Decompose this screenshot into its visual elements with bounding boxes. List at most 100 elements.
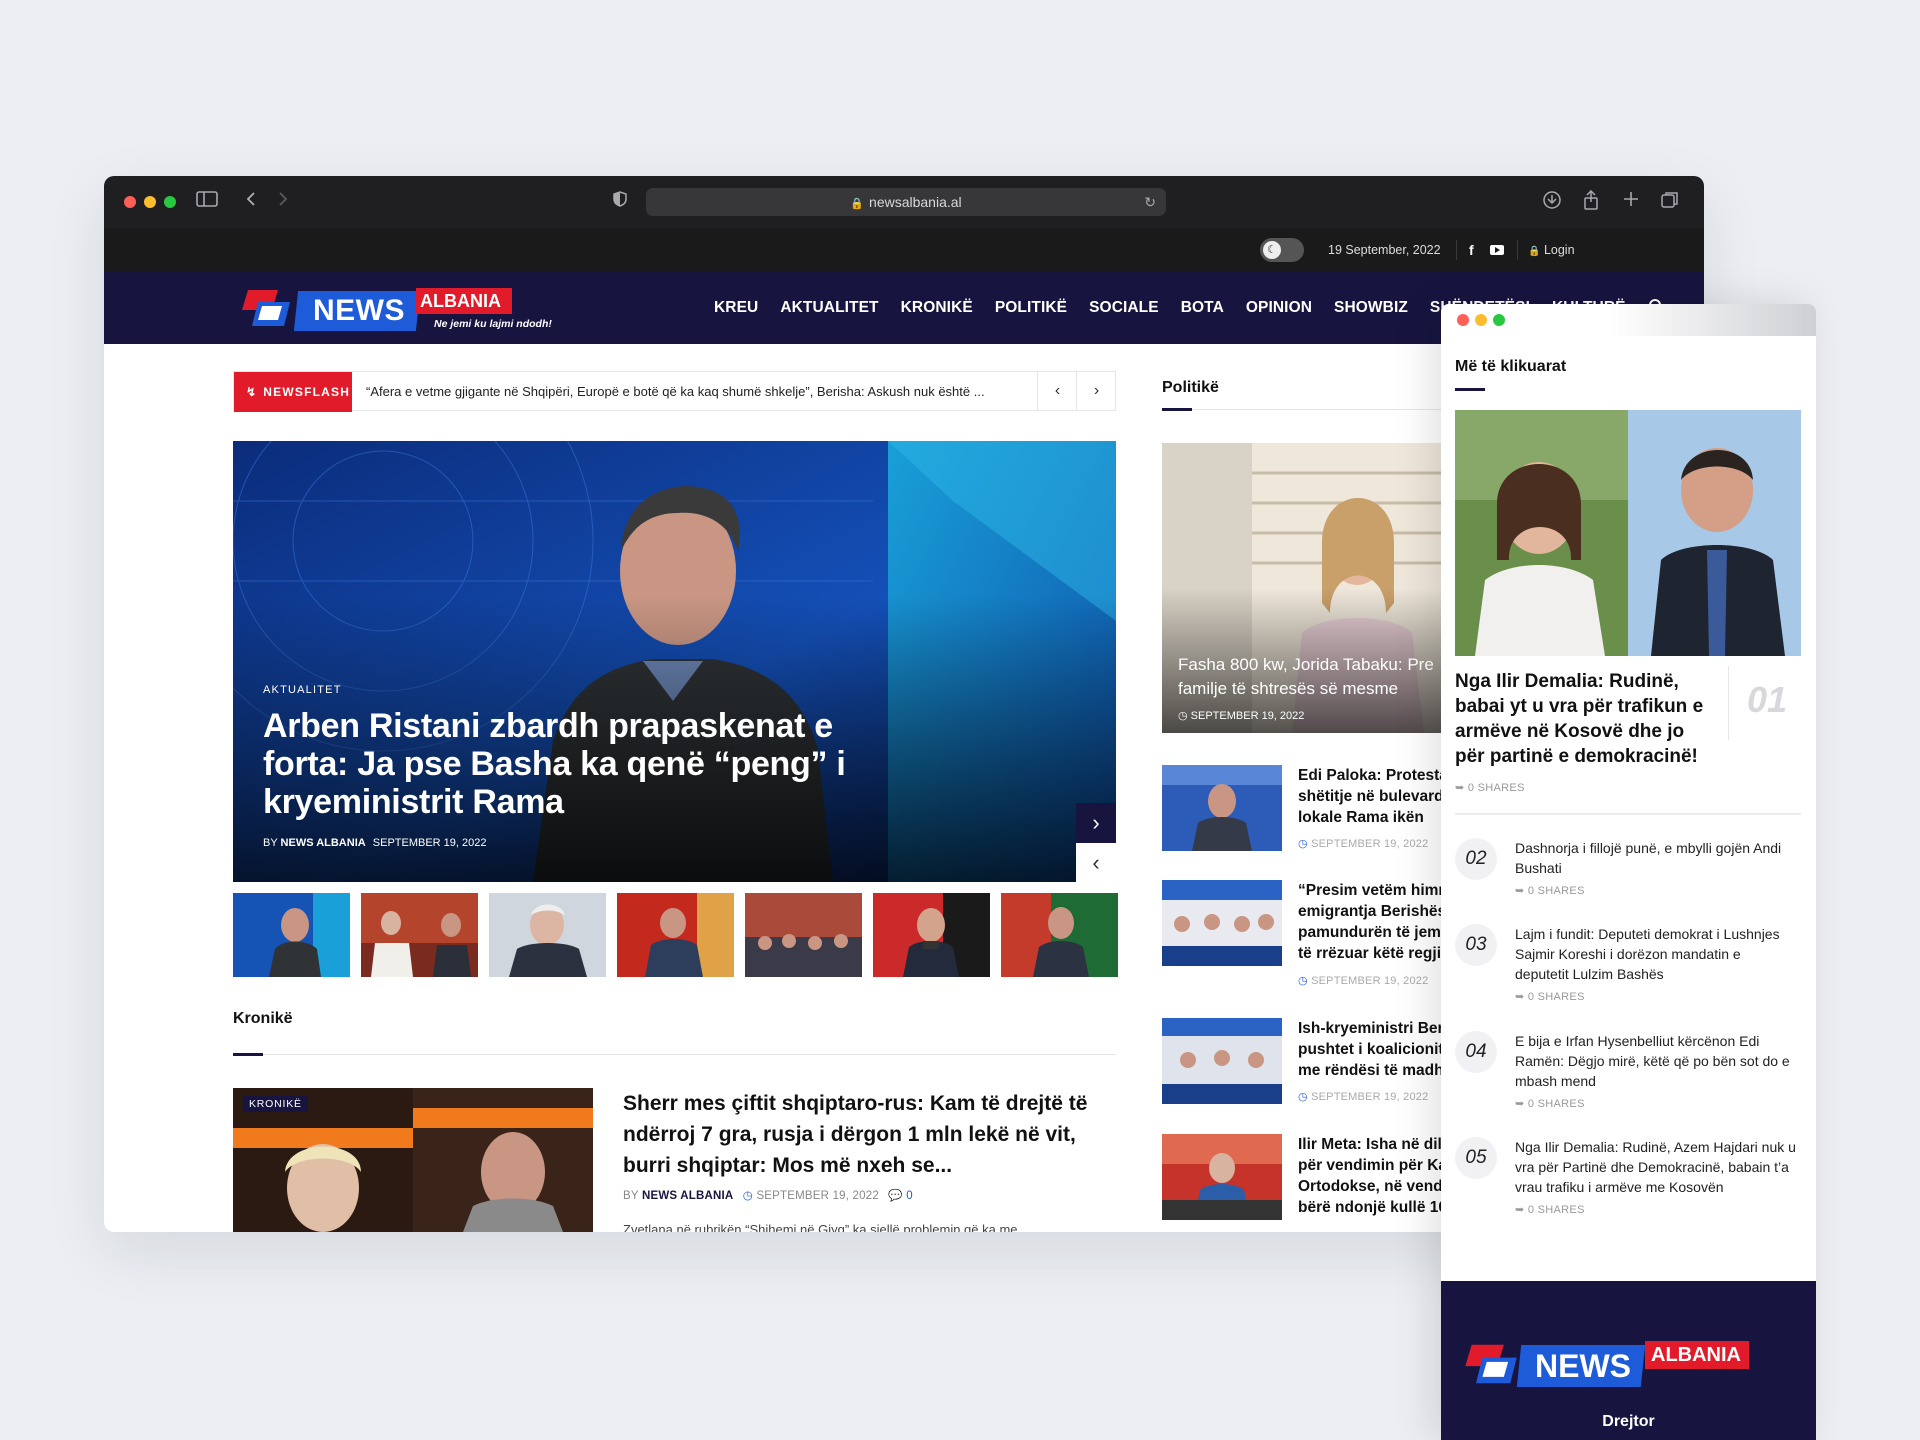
politike-item[interactable]: Edi Paloka: Protesta shëtitje në bulevar… [1162,765,1452,855]
rank-number: 02 [1455,838,1497,880]
tabs-overview-icon[interactable] [1660,190,1680,216]
minimize-window-button[interactable] [144,196,156,208]
politike-item-thumb [1162,765,1282,851]
forward-icon[interactable] [276,190,290,214]
share-icon[interactable] [1582,189,1600,216]
shield-icon[interactable] [612,190,628,214]
facebook-icon[interactable]: f [1469,228,1474,272]
hero-category[interactable]: AKTUALITET [263,684,342,696]
top-article-title[interactable]: Nga Ilir Demalia: Rudinë, babai yt u vra… [1455,669,1725,769]
politike-item-date: ◷ SEPTEMBER 19, 2022 [1298,837,1428,850]
hero-slider[interactable]: AKTUALITET Arben Ristani zbardh prapaske… [233,441,1116,882]
nav-item-politike[interactable]: POLITIKË [995,299,1067,317]
footer-logo[interactable]: NEWS ALBANIA [1461,1339,1801,1391]
most-clicked-window: Më të klikuarat Nga Ilir Demalia: Rudinë… [1441,304,1816,1440]
ranked-article[interactable]: 03 Lajm i fundit: Deputeti demokrat i Lu… [1455,924,1805,1010]
title-line: “Presim vetëm himn [1298,882,1448,899]
site-logo[interactable]: NEWS ALBANIA Ne jemi ku lajmi ndodh! [238,286,598,334]
kronike-meta: BY NEWS ALBANIA ◷ SEPTEMBER 19, 2022 💬 0 [623,1188,913,1202]
thumbnail[interactable] [873,893,990,977]
close-window-button[interactable] [124,196,136,208]
nav-item-opinion[interactable]: OPINION [1246,299,1312,317]
login-link[interactable]: 🔒 Login [1528,228,1575,274]
address-bar[interactable]: 🔒 newsalbania.al ↻ [646,188,1166,216]
logo-mark-icon [242,290,290,326]
politike-item[interactable]: Ilir Meta: Isha në dil për vendimin për … [1162,1134,1452,1232]
youtube-icon[interactable] [1490,245,1504,255]
back-icon[interactable] [244,190,258,214]
title-line: Nga Ilir Demalia: Rudinë, Azem Hajdari n… [1515,1139,1796,1155]
byline-prefix: BY [623,1190,639,1202]
title-line: lokale Rama ikën [1298,809,1424,826]
ranked-article[interactable]: 02 Dashnorja i fillojë punë, e mbylli go… [1455,838,1805,908]
download-icon[interactable] [1542,190,1562,216]
top-article-image[interactable] [1455,410,1801,656]
logo-mark-icon [1465,1344,1517,1384]
shares-text: 0 SHARES [1527,885,1585,897]
lock-icon: 🔒 [1528,246,1541,257]
nav-item-aktualitet[interactable]: AKTUALITET [780,299,878,317]
nav-item-showbiz[interactable]: SHOWBIZ [1334,299,1408,317]
nav-item-kronike[interactable]: KRONIKË [901,299,973,317]
comment-icon[interactable]: 💬 [888,1190,903,1202]
comment-count[interactable]: 0 [906,1190,913,1202]
top-article-shares[interactable]: ➥ 0 SHARES [1455,781,1525,794]
kronike-title[interactable]: Sherr mes çiftit shqiptaro-rus: Kam të d… [623,1088,1113,1181]
rank-number: 03 [1455,924,1497,966]
title-line: vra për Partinë dhe Demokracinë, babain … [1515,1159,1789,1175]
nav-item-sociale[interactable]: SOCIALE [1089,299,1159,317]
thumbnail[interactable] [1001,893,1118,977]
sidebar-toggle-icon[interactable] [196,190,218,214]
newsflash-ticker: ↯ NEWSFLASH “Afera e vetme gjigante në Sh… [233,371,1116,412]
politike-item[interactable]: “Presim vetëm himn emigrantja Berishës p… [1162,880,1452,990]
hero-next-button[interactable]: › [1076,803,1116,843]
active-thumb-pointer [283,885,299,893]
maximize-window-button[interactable] [164,196,176,208]
politike-item-thumb [1162,1018,1282,1104]
rank-number: 05 [1455,1137,1497,1179]
new-tab-icon[interactable] [1622,190,1640,214]
kronike-date: SEPTEMBER 19, 2022 [756,1190,879,1202]
ranked-article[interactable]: 04 E bija e Irfan Hysenbelliut kërcënon … [1455,1031,1805,1117]
nav-item-kreu[interactable]: KREU [714,299,758,317]
newsflash-headline[interactable]: “Afera e vetme gjigante në Shqipëri, Eur… [366,372,1016,412]
politike-featured[interactable]: Fasha 800 kw, Jorida Tabaku: Pre familje… [1162,443,1452,733]
ticker-prev-button[interactable]: ‹ [1037,372,1077,410]
nav-item-bota[interactable]: BOTA [1181,299,1224,317]
toggle-knob-icon: ☾ [1263,241,1281,259]
hero-author[interactable]: NEWS ALBANIA [281,837,366,849]
bolt-icon: ↯ [246,385,258,399]
ticker-next-button[interactable]: › [1076,372,1116,410]
date-text: SEPTEMBER 19, 2022 [1190,710,1305,722]
kronike-badge[interactable]: KRONIKË [243,1096,308,1112]
hero-title-line: forta: Ja pse Basha ka qenë “peng” i [263,745,846,783]
hero-prev-button[interactable]: ‹ [1076,843,1116,882]
ranked-article[interactable]: 05 Nga Ilir Demalia: Rudinë, Azem Hajdar… [1455,1137,1805,1223]
share-icon: ➥ [1515,991,1525,1003]
section-title-kronike[interactable]: Kronikë [233,1010,293,1028]
title-line: Lajm i fundit: Deputeti demokrat i Lushn… [1515,926,1780,942]
thumbnail[interactable] [361,893,478,977]
ranked-article-shares[interactable]: ➥ 0 SHARES [1515,884,1585,897]
ranked-article-shares[interactable]: ➥ 0 SHARES [1515,1097,1585,1110]
minimize-window-button[interactable] [1475,314,1487,326]
dark-mode-toggle[interactable]: ☾ [1260,238,1304,262]
maximize-window-button[interactable] [1493,314,1505,326]
kronike-author[interactable]: NEWS ALBANIA [642,1190,733,1202]
section-title-most-clicked[interactable]: Më të klikuarat [1455,358,1566,376]
thumbnail[interactable] [489,893,606,977]
section-title-politike[interactable]: Politikë [1162,379,1219,397]
thumbnail[interactable] [617,893,734,977]
kronike-image[interactable]: KRONIKË [233,1088,593,1232]
ranked-article-title: Dashnorja i fillojë punë, e mbylli gojën… [1515,838,1805,878]
reload-icon[interactable]: ↻ [1144,188,1156,216]
thumbnail[interactable] [745,893,862,977]
close-window-button[interactable] [1457,314,1469,326]
ranked-article-shares[interactable]: ➥ 0 SHARES [1515,1203,1585,1216]
kronike-excerpt: Zvetlana në rubrikën “Shihemi në Gjyq” k… [623,1222,1029,1232]
politike-featured-date: ◷ SEPTEMBER 19, 2022 [1178,709,1304,722]
ranked-article-shares[interactable]: ➥ 0 SHARES [1515,990,1585,1003]
thumbnail[interactable] [233,893,350,977]
hero-title[interactable]: Arben Ristani zbardh prapaskenat e forta… [263,707,963,821]
politike-item[interactable]: Ish-kryeministri Ber pushtet i koalicion… [1162,1018,1452,1108]
